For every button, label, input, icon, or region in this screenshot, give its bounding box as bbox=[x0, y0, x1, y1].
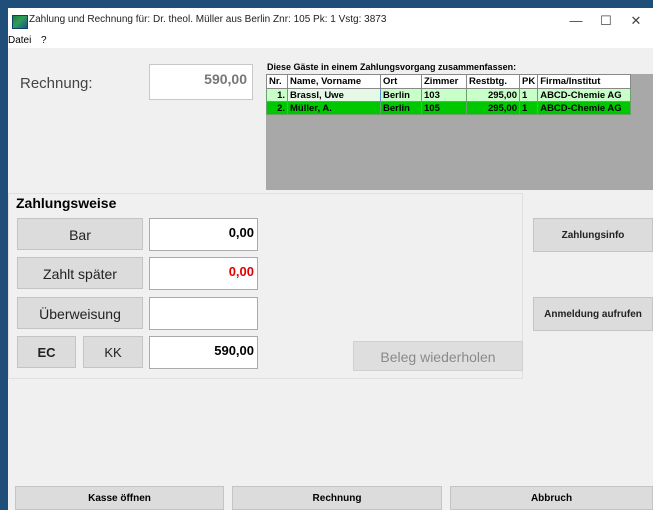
ueberweisung-amount-field[interactable] bbox=[149, 297, 258, 330]
payment-window: Zahlung und Rechnung für: Dr. theol. Mül… bbox=[8, 8, 653, 510]
ec-amount-field[interactable]: 590,00 bbox=[149, 336, 258, 369]
zahlt-spaeter-button[interactable]: Zahlt später bbox=[17, 257, 143, 289]
abbruch-button[interactable]: Abbruch bbox=[450, 486, 653, 510]
cell-rest: 295,00 bbox=[466, 88, 520, 102]
cell-nr: 1. bbox=[266, 88, 288, 102]
menu-help[interactable]: ? bbox=[41, 35, 47, 46]
rechnung-button[interactable]: Rechnung bbox=[232, 486, 442, 510]
rechnung-label: Rechnung: bbox=[20, 75, 93, 92]
cell-firma: ABCD-Chemie AG bbox=[537, 88, 632, 102]
table-row[interactable]: 2. Müller, A. Berlin 105 295,00 1 ABCD-C… bbox=[266, 101, 632, 115]
table-row[interactable]: 1. Brassl, Uwe Berlin 103 295,00 1 ABCD-… bbox=[266, 88, 632, 102]
ec-button[interactable]: EC bbox=[17, 336, 76, 368]
cell-nr: 2. bbox=[266, 101, 288, 115]
bar-button[interactable]: Bar bbox=[17, 218, 143, 250]
client-area: Rechnung: 590,00 Diese Gäste in einem Za… bbox=[8, 48, 653, 510]
cell-name[interactable]: Müller, A. bbox=[287, 101, 381, 115]
cell-rest: 295,00 bbox=[466, 101, 520, 115]
column-header[interactable]: Firma/Institut bbox=[537, 74, 632, 89]
column-header[interactable]: Name, Vorname bbox=[287, 74, 381, 89]
beleg-wiederholen-button[interactable]: Beleg wiederholen bbox=[353, 341, 523, 371]
cell-pk: 1 bbox=[518, 88, 539, 102]
guests-table: Nr. Name, Vorname Ort Zimmer Restbtg. PK… bbox=[266, 74, 632, 115]
minimize-button[interactable]: — bbox=[561, 12, 591, 30]
column-header[interactable]: Nr. bbox=[266, 74, 288, 89]
column-header[interactable]: Zimmer bbox=[421, 74, 467, 89]
window-title: Zahlung und Rechnung für: Dr. theol. Mül… bbox=[29, 14, 387, 25]
zahlungsinfo-button[interactable]: Zahlungsinfo bbox=[533, 218, 653, 252]
cell-ort: Berlin bbox=[380, 88, 422, 102]
app-icon bbox=[12, 15, 28, 29]
column-header[interactable]: Restbtg. bbox=[466, 74, 520, 89]
kasse-oeffnen-button[interactable]: Kasse öffnen bbox=[15, 486, 224, 510]
close-button[interactable]: ✕ bbox=[621, 12, 651, 30]
anmeldung-aufrufen-button[interactable]: Anmeldung aufrufen bbox=[533, 297, 653, 331]
menu-datei[interactable]: Datei bbox=[8, 35, 31, 46]
column-header[interactable]: PK bbox=[518, 74, 539, 89]
menu-bar: Datei ? bbox=[8, 34, 653, 48]
cell-firma: ABCD-Chemie AG bbox=[537, 101, 632, 115]
maximize-button[interactable]: ☐ bbox=[591, 12, 621, 30]
table-header: Nr. Name, Vorname Ort Zimmer Restbtg. PK… bbox=[266, 74, 632, 89]
column-header[interactable]: Ort bbox=[380, 74, 422, 89]
cell-name[interactable]: Brassl, Uwe bbox=[287, 88, 381, 102]
title-bar: Zahlung und Rechnung für: Dr. theol. Mül… bbox=[8, 8, 653, 34]
cell-zimmer: 105 bbox=[421, 101, 467, 115]
guests-caption: Diese Gäste in einem Zahlungsvorgang zus… bbox=[267, 62, 517, 72]
cell-pk: 1 bbox=[518, 101, 539, 115]
kk-button[interactable]: KK bbox=[83, 336, 143, 368]
ueberweisung-button[interactable]: Überweisung bbox=[17, 297, 143, 329]
guests-grid[interactable]: Nr. Name, Vorname Ort Zimmer Restbtg. PK… bbox=[266, 74, 653, 190]
zahlungsweise-title: Zahlungsweise bbox=[16, 195, 117, 211]
bar-amount-field[interactable]: 0,00 bbox=[149, 218, 258, 251]
cell-ort: Berlin bbox=[380, 101, 422, 115]
rechnung-amount: 590,00 bbox=[149, 64, 253, 100]
cell-zimmer: 103 bbox=[421, 88, 467, 102]
zahlt-spaeter-amount-field[interactable]: 0,00 bbox=[149, 257, 258, 290]
